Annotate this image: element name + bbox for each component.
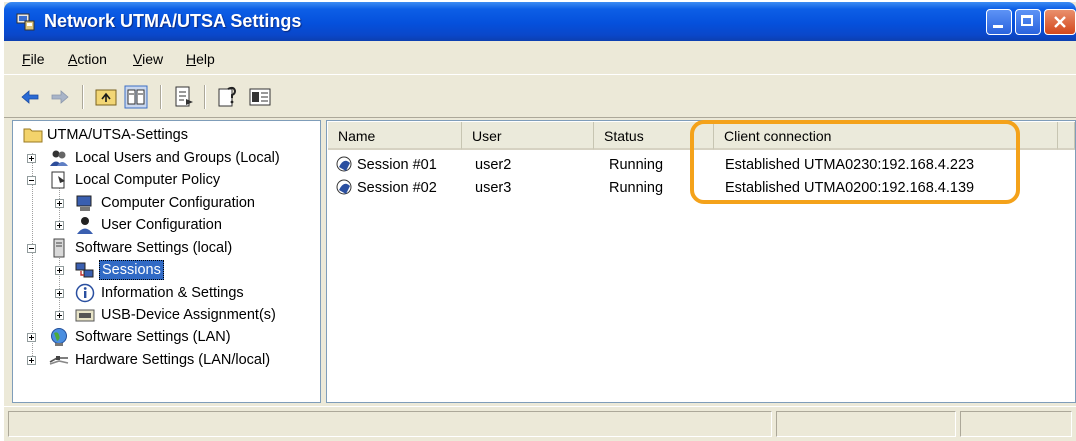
menu-help[interactable]: Help — [186, 51, 215, 67]
column-header-name[interactable]: Name — [328, 122, 462, 150]
policy-icon — [51, 171, 65, 189]
expand-plus-icon[interactable] — [55, 199, 64, 208]
tree-item-label: User Configuration — [101, 217, 222, 233]
properties-icon[interactable] — [248, 85, 272, 109]
cell-status: Running — [609, 157, 664, 173]
status-bar — [4, 406, 1076, 441]
tree-item-label: USB-Device Assignment(s) — [101, 307, 276, 323]
close-icon — [1054, 16, 1066, 28]
collapse-minus-icon[interactable] — [27, 244, 36, 253]
client-connection-highlight — [690, 120, 1020, 204]
cell-name: Session #02 — [357, 180, 437, 196]
expand-plus-icon[interactable] — [27, 356, 36, 365]
menu-bar: File Action View Help — [4, 45, 1076, 73]
expand-plus-icon[interactable] — [27, 333, 36, 342]
toolbar — [4, 74, 1076, 118]
toolbar-separator — [82, 85, 84, 109]
tree-item-label: Software Settings (LAN) — [75, 329, 231, 345]
menu-file[interactable]: File — [22, 51, 45, 67]
export-list-icon[interactable] — [172, 85, 196, 109]
menu-file-label: ile — [30, 51, 45, 67]
minimize-icon — [993, 25, 1003, 28]
status-segment — [776, 411, 956, 437]
session-icon — [336, 156, 352, 172]
app-window: Network UTMA/UTSA Settings File Action V… — [4, 2, 1076, 441]
maximize-button[interactable] — [1015, 9, 1041, 35]
tree-item-label: Local Users and Groups (Local) — [75, 150, 280, 166]
expand-plus-icon[interactable] — [27, 154, 36, 163]
tree-item-label: Hardware Settings (LAN/local) — [75, 352, 271, 368]
back-arrow-icon[interactable] — [18, 85, 42, 109]
up-one-level-icon[interactable] — [94, 85, 118, 109]
help-icon[interactable] — [216, 85, 240, 109]
app-icon — [16, 13, 35, 31]
tree-item-label: Information & Settings — [101, 285, 244, 301]
status-segment — [960, 411, 1072, 437]
show-hide-tree-icon[interactable] — [124, 85, 148, 109]
menu-action-accel: A — [68, 51, 78, 67]
expand-plus-icon[interactable] — [55, 266, 64, 275]
menu-view[interactable]: View — [133, 51, 163, 67]
menu-file-accel: F — [22, 51, 31, 67]
tree-item-label: Local Computer Policy — [75, 172, 221, 188]
cell-user: user3 — [475, 180, 512, 196]
menu-view-label: iew — [142, 51, 164, 67]
folder-icon — [23, 128, 43, 143]
server-icon — [53, 238, 65, 258]
computer-config-icon — [76, 195, 92, 211]
column-header-user[interactable]: User — [462, 122, 594, 150]
usb-icon — [75, 309, 95, 322]
users-icon — [50, 150, 68, 166]
cell-name: Session #01 — [357, 157, 437, 173]
window-title: Network UTMA/UTSA Settings — [44, 11, 302, 31]
tree-item-label: Software Settings (local) — [75, 240, 233, 256]
tree-item-label-selected: Sessions — [99, 260, 164, 280]
maximize-icon — [1021, 15, 1033, 26]
network-cable-icon — [49, 356, 69, 365]
title-bar[interactable]: Network UTMA/UTSA Settings — [4, 2, 1076, 41]
toolbar-separator — [160, 85, 162, 109]
sessions-icon — [75, 262, 94, 278]
user-config-icon — [77, 217, 93, 234]
expand-plus-icon[interactable] — [55, 289, 64, 298]
menu-action[interactable]: Action — [68, 51, 107, 67]
collapse-minus-icon[interactable] — [27, 176, 36, 185]
column-header-filler — [1058, 122, 1075, 150]
minimize-button[interactable] — [986, 9, 1012, 35]
session-icon — [336, 179, 352, 195]
tree-root-label: UTMA/UTSA-Settings — [47, 127, 188, 143]
forward-arrow-icon[interactable] — [48, 85, 72, 109]
console-tree[interactable]: UTMA/UTSA-Settings Local Users and Group… — [12, 120, 321, 403]
globe-icon — [51, 328, 67, 346]
menu-help-label: elp — [196, 51, 215, 67]
cell-status: Running — [609, 180, 664, 196]
menu-action-label: ction — [77, 51, 107, 67]
expand-plus-icon[interactable] — [55, 221, 64, 230]
menu-view-accel: V — [133, 51, 143, 67]
tree-item-label: Computer Configuration — [101, 195, 255, 211]
toolbar-separator — [204, 85, 206, 109]
close-button[interactable] — [1044, 9, 1076, 35]
cell-user: user2 — [475, 157, 512, 173]
status-segment — [8, 411, 772, 437]
menu-help-accel: H — [186, 51, 197, 67]
expand-plus-icon[interactable] — [55, 311, 64, 320]
info-icon — [75, 283, 95, 303]
